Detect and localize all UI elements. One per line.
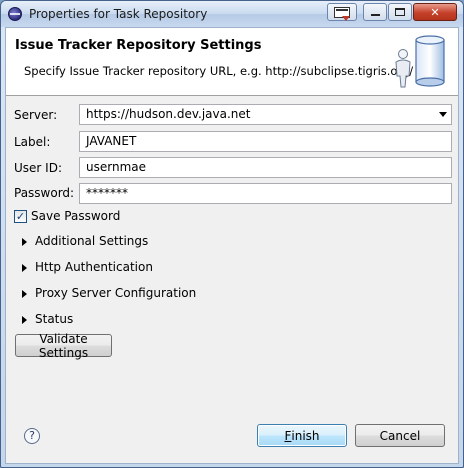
userid-label: User ID: xyxy=(14,161,62,175)
server-value: https://hudson.dev.java.net xyxy=(86,107,251,121)
window-menu-button[interactable] xyxy=(327,3,357,21)
wizard-banner: Issue Tracker Repository Settings Specif… xyxy=(6,28,458,96)
finish-mnemonic: F xyxy=(284,428,292,443)
section-label[interactable]: Http Authentication xyxy=(35,260,153,274)
expand-arrow-icon[interactable] xyxy=(22,264,27,272)
cancel-button[interactable]: Cancel xyxy=(355,424,445,447)
menu-icon xyxy=(334,6,350,21)
maximize-icon xyxy=(395,8,405,16)
section-label[interactable]: Proxy Server Configuration xyxy=(35,286,196,300)
save-password-label[interactable]: Save Password xyxy=(31,209,120,223)
password-label: Password: xyxy=(14,186,75,200)
expand-arrow-icon[interactable] xyxy=(22,290,27,298)
repository-server-icon xyxy=(395,35,445,88)
minimize-button[interactable] xyxy=(363,3,387,21)
banner-description: Specify Issue Tracker repository URL, e.… xyxy=(24,64,414,78)
server-combo[interactable]: https://hudson.dev.java.net xyxy=(79,104,452,125)
section-label[interactable]: Additional Settings xyxy=(35,234,148,248)
expand-arrow-icon[interactable] xyxy=(22,238,27,246)
label-label: Label: xyxy=(14,135,51,149)
password-field[interactable]: ******* xyxy=(79,183,452,204)
minimize-icon xyxy=(370,14,380,16)
label-field[interactable]: JAVANET xyxy=(79,131,452,152)
properties-dialog: Properties for Task Repository ✕ Issue T… xyxy=(0,0,464,468)
dialog-client-area: Issue Tracker Repository Settings Specif… xyxy=(5,27,459,464)
server-label: Server: xyxy=(14,108,58,122)
validate-settings-button[interactable]: Validate Settings xyxy=(15,332,112,360)
chevron-down-icon[interactable] xyxy=(439,112,447,117)
userid-field[interactable]: usernmae xyxy=(79,157,452,178)
title-bar[interactable]: Properties for Task Repository ✕ xyxy=(1,1,463,27)
eclipse-icon xyxy=(8,7,22,21)
window-title: Properties for Task Repository xyxy=(29,7,208,21)
close-icon: ✕ xyxy=(430,5,440,19)
save-password-checkbox[interactable]: ✓ xyxy=(14,210,27,223)
maximize-button[interactable] xyxy=(388,3,412,21)
help-icon[interactable]: ? xyxy=(24,428,40,444)
close-button[interactable]: ✕ xyxy=(413,3,457,21)
finish-button[interactable]: Finish xyxy=(257,424,347,447)
finish-label: inish xyxy=(291,428,320,443)
section-label[interactable]: Status xyxy=(35,312,73,326)
expand-arrow-icon[interactable] xyxy=(22,316,27,324)
banner-title: Issue Tracker Repository Settings xyxy=(15,38,262,53)
